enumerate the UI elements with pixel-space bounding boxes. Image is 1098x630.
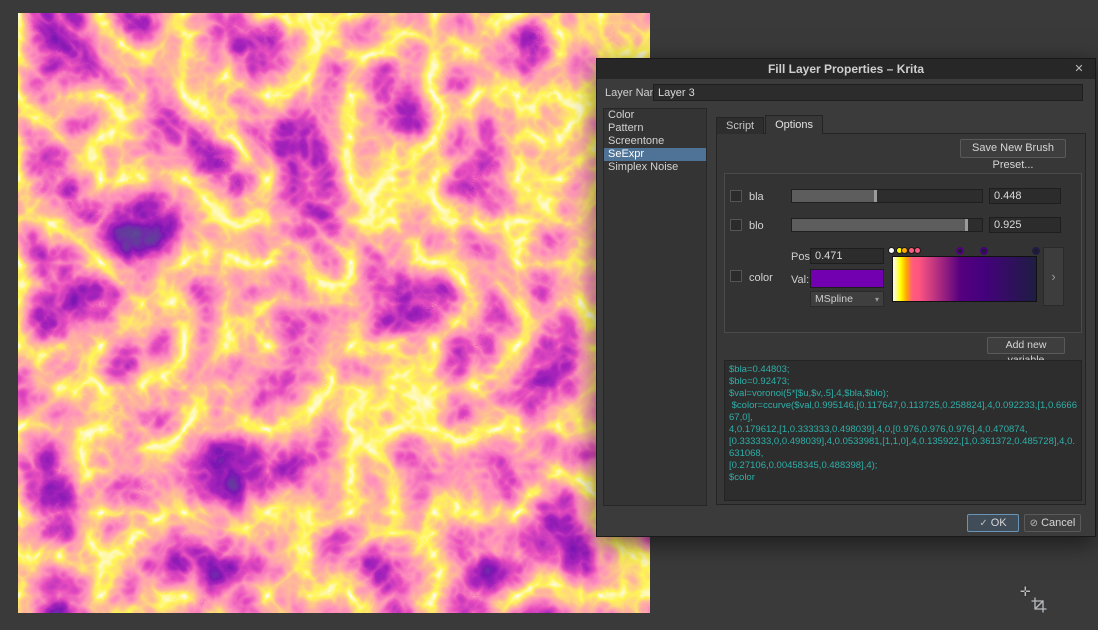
- crop-tool-icon: [1031, 597, 1047, 613]
- bla-slider[interactable]: [791, 189, 983, 203]
- slider-fill: [792, 219, 968, 231]
- blo-label: blo: [749, 220, 764, 232]
- generator-item-simplex-noise[interactable]: Simplex Noise: [604, 161, 706, 174]
- gradient-expand-button[interactable]: ›: [1043, 247, 1064, 306]
- bla-checkbox[interactable]: [730, 190, 742, 202]
- bla-value-input[interactable]: [989, 188, 1061, 204]
- generator-item-pattern[interactable]: Pattern: [604, 122, 706, 135]
- bla-label: bla: [749, 191, 764, 203]
- slider-handle[interactable]: [965, 219, 968, 231]
- color-label: color: [749, 272, 773, 284]
- gradient-stop[interactable]: [914, 247, 921, 254]
- options-panel: Save New Brush Preset... bla blo: [716, 133, 1086, 505]
- voronoi-noise-image: [18, 13, 650, 613]
- value-color-swatch[interactable]: [810, 269, 884, 288]
- layer-name-input[interactable]: [653, 84, 1083, 101]
- slider-handle[interactable]: [874, 190, 877, 202]
- generator-item-color[interactable]: Color: [604, 109, 706, 122]
- cancel-label: Cancel: [1041, 517, 1075, 529]
- gradient-preview[interactable]: [892, 256, 1037, 302]
- dialog-title: Fill Layer Properties – Krita: [768, 62, 924, 76]
- gradient-stops-row: [892, 246, 1037, 256]
- fill-layer-properties-dialog: Fill Layer Properties – Krita ✕ Layer Na…: [596, 58, 1096, 537]
- gradient-stop[interactable]: [956, 247, 964, 255]
- pos-label: Pos:: [791, 251, 806, 263]
- gradient-stop[interactable]: [1032, 247, 1040, 255]
- close-icon[interactable]: ✕: [1071, 61, 1087, 77]
- canvas-texture[interactable]: [18, 13, 650, 613]
- ok-button[interactable]: ✓ OK: [967, 514, 1019, 532]
- color-checkbox[interactable]: [730, 270, 742, 282]
- krita-workspace: ✛ Fill Layer Properties – Krita ✕ Layer …: [0, 0, 1098, 630]
- generator-list[interactable]: ColorPatternScreentoneSeExprSimplex Nois…: [603, 108, 707, 506]
- gradient-stop[interactable]: [980, 247, 988, 255]
- ok-label: OK: [991, 517, 1007, 529]
- variables-area: bla blo color Pos: Va: [724, 173, 1082, 333]
- pos-input[interactable]: [810, 248, 884, 264]
- tab-options[interactable]: Options: [765, 115, 823, 134]
- blo-slider[interactable]: [791, 218, 983, 232]
- tab-bar: Script Options: [716, 115, 824, 134]
- dialog-titlebar[interactable]: Fill Layer Properties – Krita ✕: [597, 59, 1095, 79]
- interpolation-dropdown[interactable]: MSpline ▾: [810, 291, 884, 307]
- check-icon: ✓: [979, 518, 987, 529]
- cancel-slash-icon: ⊘: [1030, 518, 1038, 529]
- slider-fill: [792, 190, 877, 202]
- blo-value-input[interactable]: [989, 217, 1061, 233]
- add-new-variable-button[interactable]: Add new variable: [987, 337, 1065, 354]
- cancel-button[interactable]: ⊘Cancel: [1024, 514, 1081, 532]
- seexpr-script-editor[interactable]: $bla=0.44803; $blo=0.92473; $val=voronoi…: [724, 360, 1082, 501]
- interpolation-value: MSpline: [815, 293, 875, 305]
- val-label: Val:: [791, 274, 806, 286]
- blo-checkbox[interactable]: [730, 219, 742, 231]
- move-cross-icon: ✛: [1020, 584, 1031, 600]
- generator-item-screentone[interactable]: Screentone: [604, 135, 706, 148]
- tab-script[interactable]: Script: [716, 117, 764, 134]
- gradient-stop[interactable]: [888, 247, 895, 254]
- gradient-editor: [892, 246, 1037, 302]
- save-new-brush-preset-button[interactable]: Save New Brush Preset...: [960, 139, 1066, 158]
- generator-item-seexpr[interactable]: SeExpr: [604, 148, 706, 161]
- chevron-down-icon: ▾: [875, 295, 879, 304]
